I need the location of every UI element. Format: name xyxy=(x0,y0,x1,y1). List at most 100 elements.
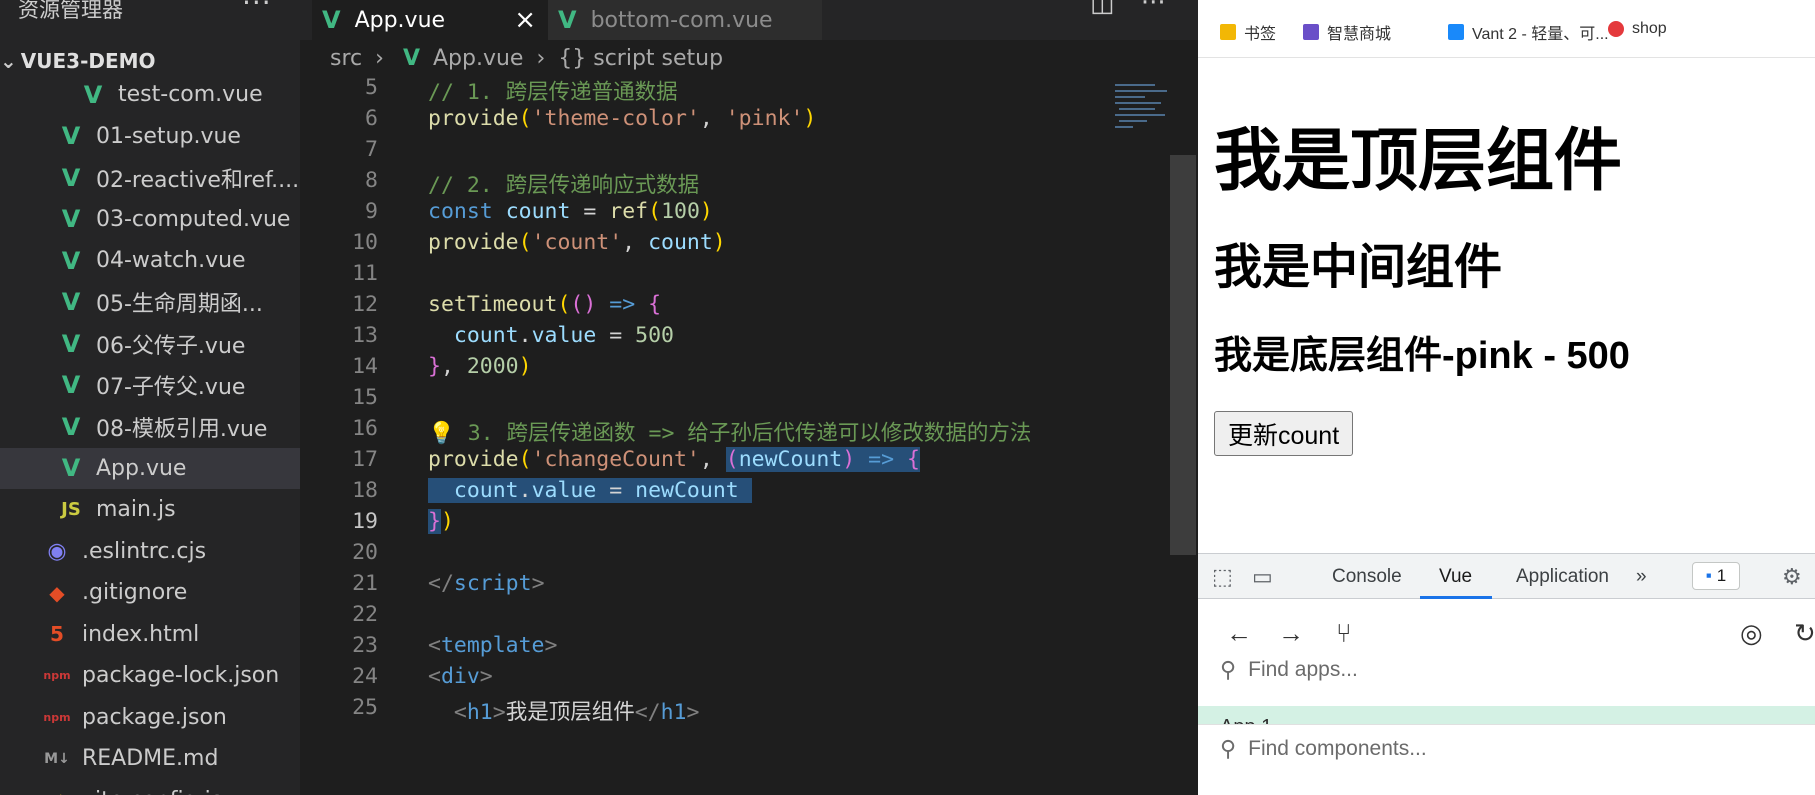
bookmark-smart-mall[interactable]: 智慧商城 xyxy=(1303,20,1391,44)
code-line[interactable]: 13 count.value = 500 xyxy=(300,323,1110,355)
eslint-file-icon: ◉ xyxy=(47,538,67,564)
line-number: 24 xyxy=(352,664,378,689)
code-line[interactable]: 16 💡 3. 跨层传递函数 => 给子孙后代传递可以修改数据的方法 xyxy=(300,416,1110,448)
project-folder[interactable]: ⌄ VUE3-DEMO xyxy=(0,49,156,73)
js-file-icon: JS xyxy=(61,499,81,520)
breadcrumb-file[interactable]: App.vue xyxy=(433,46,523,71)
component-tree-icon[interactable]: ⑂ xyxy=(1336,618,1352,649)
breadcrumb-symbol[interactable]: {} script setup xyxy=(558,46,723,71)
find-apps-search[interactable]: ⚲ Find apps... xyxy=(1198,646,1815,694)
code-line[interactable]: 14}, 2000) xyxy=(300,354,1110,386)
file-item[interactable]: V 02-reactive和ref.... xyxy=(0,157,300,198)
code-line[interactable]: 17 provide('changeCount', (newCount) => { xyxy=(300,447,1110,479)
bookmark-label: shop xyxy=(1632,20,1667,37)
file-name: package.json xyxy=(82,704,227,730)
file-item[interactable]: npm package.json xyxy=(0,697,300,738)
chevron-right-icon: › xyxy=(375,46,384,71)
file-item[interactable]: ◉ .eslintrc.cjs xyxy=(0,531,300,572)
code-line[interactable]: 23 <template> xyxy=(300,633,1110,665)
tab-bottom-com-vue[interactable]: V bottom-com.vue xyxy=(548,0,822,40)
code-line[interactable]: 21 </script> xyxy=(300,571,1110,603)
code-line[interactable]: 24 <div> xyxy=(300,664,1110,696)
chevron-right-icon: › xyxy=(536,46,546,71)
code-line[interactable]: 20 xyxy=(300,540,1110,572)
file-item[interactable]: ◆ .gitignore xyxy=(0,572,300,613)
file-item[interactable]: npm package-lock.json xyxy=(0,655,300,696)
tab-console[interactable]: Console xyxy=(1332,566,1402,588)
back-arrow-icon[interactable]: ← xyxy=(1226,618,1252,649)
tab-app-vue[interactable]: V App.vue × xyxy=(312,0,548,40)
file-name: main.js xyxy=(96,497,176,522)
line-number: 10 xyxy=(352,230,378,255)
code-line[interactable]: 10 provide('count', count) xyxy=(300,230,1110,262)
file-item[interactable]: V 01-setup.vue xyxy=(0,116,300,157)
code-line[interactable]: 19}) xyxy=(300,509,1110,541)
file-item[interactable]: 5 index.html xyxy=(0,614,300,655)
find-components-search[interactable]: ⚲ Find components... xyxy=(1198,724,1815,772)
refresh-icon[interactable]: ↻ xyxy=(1794,618,1815,649)
code-text: 💡 3. 跨层传递函数 => 给子孙后代传递可以修改数据的方法 xyxy=(428,421,1032,446)
code-line[interactable]: 8 // 2. 跨层传递响应式数据 xyxy=(300,168,1110,200)
code-line[interactable]: 18 count.value = newCount xyxy=(300,478,1110,510)
middle-component-heading: 我是中间组件 xyxy=(1214,241,1503,294)
tab-vue[interactable]: Vue xyxy=(1439,566,1472,588)
file-item[interactable]: Vtest-com.vue xyxy=(0,74,300,115)
file-item[interactable]: V 08-模板引用.vue xyxy=(0,406,300,447)
code-line[interactable]: 15 xyxy=(300,385,1110,417)
npm-file-icon: npm xyxy=(43,669,71,682)
code-line[interactable]: 6 provide('theme-color', 'pink') xyxy=(300,106,1110,138)
code-line[interactable]: 25 <h1>我是顶层组件</h1> xyxy=(300,695,1110,727)
line-number: 23 xyxy=(352,633,378,658)
more-tabs-icon[interactable]: » xyxy=(1636,566,1647,588)
code-text: </script> xyxy=(428,571,545,596)
line-number: 21 xyxy=(352,571,378,596)
code-text: count.value = 500 xyxy=(453,323,674,348)
settings-gear-icon[interactable]: ⚙ xyxy=(1782,564,1802,590)
file-name: 08-模板引用.vue xyxy=(96,416,268,442)
device-toolbar-icon[interactable]: ▭ xyxy=(1252,564,1273,590)
vue-file-icon: V xyxy=(61,371,81,399)
code-line[interactable]: 12 setTimeout(() => { xyxy=(300,292,1110,324)
code-line[interactable]: 22 xyxy=(300,602,1110,634)
file-item[interactable]: V 05-生命周期函... xyxy=(0,282,300,323)
line-number: 13 xyxy=(352,323,378,348)
shop-logo-icon xyxy=(1608,21,1624,37)
breadcrumb-folder[interactable]: src xyxy=(330,46,362,71)
select-component-icon[interactable]: ◎ xyxy=(1740,618,1763,649)
tab-application[interactable]: Application xyxy=(1516,566,1609,588)
find-components-placeholder: Find components... xyxy=(1248,736,1427,760)
code-line[interactable]: 7 xyxy=(300,137,1110,169)
bottom-component-heading: 我是底层组件-pink - 500 xyxy=(1214,335,1630,377)
more-actions-icon[interactable]: ··· xyxy=(242,0,272,19)
forward-arrow-icon[interactable]: → xyxy=(1278,618,1304,649)
code-line[interactable]: 5 // 1. 跨层传递普通数据 xyxy=(300,75,1110,107)
bookmark-shop[interactable]: shop xyxy=(1608,20,1667,38)
more-actions-icon[interactable]: ··· xyxy=(1141,0,1166,18)
file-name: vite.config.js xyxy=(82,788,222,795)
code-text: count.value = newCount xyxy=(428,478,752,503)
vertical-scrollbar[interactable] xyxy=(1170,155,1196,555)
bookmark-vant[interactable]: Vant 2 - 轻量、可... xyxy=(1448,20,1609,44)
inspect-element-icon[interactable]: ⬚ xyxy=(1212,564,1233,590)
code-line[interactable]: 11 xyxy=(300,261,1110,293)
file-item[interactable]: V 06-父传子.vue xyxy=(0,323,300,364)
file-item[interactable]: V 03-computed.vue xyxy=(0,199,300,240)
file-item[interactable]: V App.vue xyxy=(0,447,300,489)
explorer-sidebar: 资源管理器 ··· ⌄ VUE3-DEMO Vtest-com.vue V 01-se… xyxy=(0,0,300,795)
file-name: 03-computed.vue xyxy=(96,206,291,232)
bookmark-folder[interactable]: 书签 xyxy=(1220,20,1276,44)
file-item[interactable]: V 07-子传父.vue xyxy=(0,365,300,406)
file-item[interactable]: V 04-watch.vue xyxy=(0,240,300,281)
file-name: 07-子传父.vue xyxy=(96,375,246,400)
file-name: 05-生命周期函... xyxy=(96,292,263,317)
file-item[interactable]: M↓ README.md xyxy=(0,738,300,779)
close-icon[interactable]: × xyxy=(514,5,536,35)
file-item[interactable]: JS main.js xyxy=(0,489,300,530)
minimap[interactable] xyxy=(1115,80,1175,160)
issues-badge[interactable]: ▪ 1 xyxy=(1692,562,1740,590)
code-line[interactable]: 9 const count = ref(100) xyxy=(300,199,1110,231)
vue-file-icon: V xyxy=(61,454,81,482)
update-count-button[interactable]: 更新count xyxy=(1214,411,1354,456)
file-item[interactable]: ⚡ vite.config.js xyxy=(0,780,300,795)
split-editor-icon[interactable]: ◫ xyxy=(1090,0,1115,18)
